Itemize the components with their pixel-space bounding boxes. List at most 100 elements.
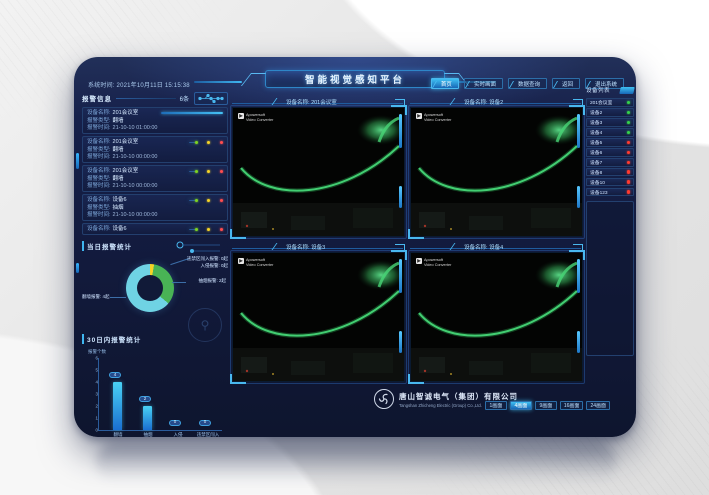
plot-area: 6 5 4 3 2 1 0 4 翻墙 2 抽烟 0 入侵 0 违禁区 [98, 358, 222, 431]
view-4-button[interactable]: 4画面 [510, 401, 532, 410]
device-row[interactable]: 设备5 [586, 138, 634, 147]
alarm-type: 翻墙 [113, 118, 124, 126]
view-9-button[interactable]: 9画面 [535, 401, 557, 410]
video-converter-icon: ▶ [416, 258, 422, 264]
field-label: 报警时间: [87, 212, 111, 220]
video-feed[interactable]: ▶ ApowersoftVideo Converter [232, 107, 405, 237]
alarm-panel-title: 报警信息 [82, 93, 112, 103]
x-tick: 违禁区闯入 [197, 432, 220, 437]
alarm-time: 21-10-10 01:00:00 [113, 125, 158, 133]
status-offline-dot [627, 170, 630, 173]
device-row[interactable]: 设备2 [586, 108, 634, 117]
video-panel-4: 设备名称: 设备4 ▶ [410, 241, 583, 252]
watermark: ▶ ApowersoftVideo Converter [238, 113, 273, 122]
device-row[interactable]: 201会议室 [586, 98, 634, 107]
status-online-dot [627, 121, 630, 124]
video-scrollbar[interactable] [577, 259, 580, 293]
video-title: 设备名称: 设备2 [462, 98, 505, 106]
watermark: ▶ ApowersoftVideo Converter [238, 258, 273, 267]
field-label: 设备名称: [87, 197, 111, 205]
device-name: 201会议室 [113, 110, 139, 118]
view-16-button[interactable]: 16画面 [560, 401, 584, 410]
alarm-time: 21-10-10 00:00:00 [113, 183, 158, 191]
device-name: 201会议室 [113, 168, 139, 176]
view-1-button[interactable]: 1画面 [485, 401, 507, 410]
donut-graphic [126, 264, 174, 312]
video-scrollbar[interactable] [399, 331, 402, 353]
video-title: 设备名称: 设备3 [284, 243, 327, 251]
device-row[interactable]: 设备10 [586, 178, 634, 187]
device-detail-placeholder [586, 201, 634, 356]
watermark: ▶ ApowersoftVideo Converter [416, 258, 451, 267]
status-offline-dot [627, 161, 630, 164]
view-24-button[interactable]: 24画面 [586, 401, 610, 410]
donut-label: 入侵报警: 0起 [200, 263, 228, 269]
alarm-list-item[interactable]: 设备名称:201会议室 报警类型:翻墙 报警时间:21-10-10 00:00:… [82, 165, 228, 192]
status-online-dot [627, 101, 630, 104]
device-row[interactable]: 设备7 [586, 158, 634, 167]
status-offline-dot [627, 180, 630, 183]
monthly-stats-title: 30日内报警统计 [82, 334, 141, 344]
nav-back-button[interactable]: 返回 [552, 78, 580, 89]
device-row[interactable]: 设备8 [586, 168, 634, 177]
donut-label: 翻墙报警: 4起 [82, 294, 110, 300]
video-scrollbar[interactable] [399, 259, 402, 293]
leader-line [172, 282, 186, 283]
video-scrollbar[interactable] [577, 114, 580, 148]
view-switcher: 1画面 4画面 9画面 16画面 24画面 [485, 401, 610, 410]
device-name: 设备6 [113, 197, 127, 205]
field-label: 设备名称: [87, 226, 111, 234]
bar-value: 0 [169, 420, 181, 426]
leader-line [110, 297, 126, 298]
divider [116, 98, 176, 99]
device-name: 201会议室 [113, 139, 139, 147]
field-label: 设备名称: [87, 139, 111, 147]
nav-live-button[interactable]: 实时画面 [464, 78, 503, 89]
video-scrollbar[interactable] [399, 186, 402, 208]
device-row[interactable]: 设备4 [586, 128, 634, 137]
video-scrollbar[interactable] [577, 331, 580, 353]
alarm-type: 翻墙 [113, 176, 124, 184]
x-tick: 抽烟 [144, 432, 153, 437]
device-list-tab[interactable] [619, 87, 634, 94]
field-label: 报警时间: [87, 183, 111, 191]
company-logo-icon [374, 389, 394, 409]
y-tick: 0 [90, 428, 98, 433]
status-offline-dot [627, 190, 630, 193]
device-row[interactable]: 设备6 [586, 148, 634, 157]
bar-chouyan [143, 406, 152, 430]
edge-accent [76, 263, 79, 273]
alarm-list-item[interactable]: 设备名称:设备6 报警类型:抽烟 报警时间:21-10-10 00:00:00 [82, 194, 228, 221]
status-offline-dot [627, 141, 630, 144]
status-online-dot [627, 131, 630, 134]
nav-query-button[interactable]: 数据查询 [508, 78, 547, 89]
video-scrollbar[interactable] [399, 114, 402, 148]
device-row[interactable]: 设备123 [586, 188, 634, 197]
video-panel-3: 设备名称: 设备3 ▶ [232, 241, 405, 252]
video-scrollbar[interactable] [577, 186, 580, 208]
video-feed[interactable]: ▶ ApowersoftVideo Converter [410, 252, 583, 382]
video-converter-icon: ▶ [238, 258, 244, 264]
nav-home-button[interactable]: 首页 [431, 78, 459, 89]
severity-indicator [189, 170, 223, 173]
device-list-panel: 设备列表 201会议室 设备2 设备3 设备4 设备5 设备6 设备7 设备8 … [586, 85, 634, 356]
video-feed[interactable]: ▶ ApowersoftVideo Converter [232, 252, 405, 382]
y-tick: 3 [90, 392, 98, 397]
bar-value: 0 [199, 420, 211, 426]
video-panel-1: 设备名称: 201会议室 [232, 96, 405, 107]
dashboard-window: 系统时间: 2021年10月11日 15:15:38 智能视觉感知平台 首页 实… [74, 57, 636, 437]
alarm-time: 21-10-10 00:00:00 [113, 154, 158, 162]
video-feed[interactable]: ▶ ApowersoftVideo Converter [410, 107, 583, 237]
device-row[interactable]: 设备3 [586, 118, 634, 127]
severity-indicator [189, 228, 223, 231]
alarm-list-item[interactable]: 设备名称:设备6 [82, 223, 228, 235]
selected-indicator [161, 112, 223, 114]
video-converter-icon: ▶ [238, 113, 244, 119]
severity-indicator [189, 141, 223, 144]
alarm-list-item[interactable]: 设备名称:201会议室 报警类型:翻墙 报警时间:21-10-10 00:00:… [82, 136, 228, 163]
alarm-list-item[interactable]: 设备名称:201会议室 报警类型:翻墙 报警时间:21-10-10 01:00:… [82, 107, 228, 134]
status-offline-dot [627, 151, 630, 154]
field-label: 设备名称: [87, 110, 111, 118]
bar-value: 4 [109, 372, 121, 378]
network-topology-icon [194, 92, 228, 105]
